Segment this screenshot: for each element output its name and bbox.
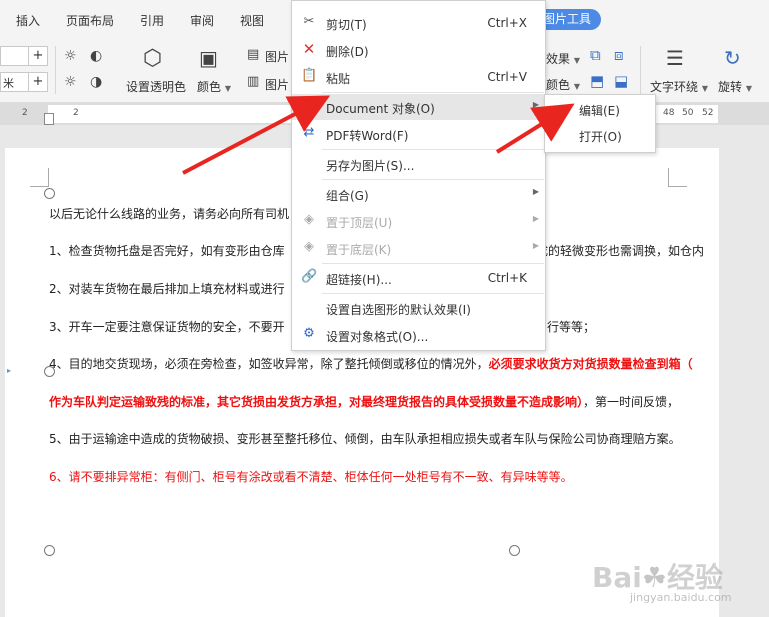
baidu-watermark-logo: Bai☘经验 [592, 561, 723, 594]
annotation-arrows [182, 95, 575, 175]
arrow-to-document-object [182, 95, 331, 175]
arrow-to-edit [495, 103, 575, 154]
watermark-url: jingyan.baidu.com [630, 591, 732, 604]
